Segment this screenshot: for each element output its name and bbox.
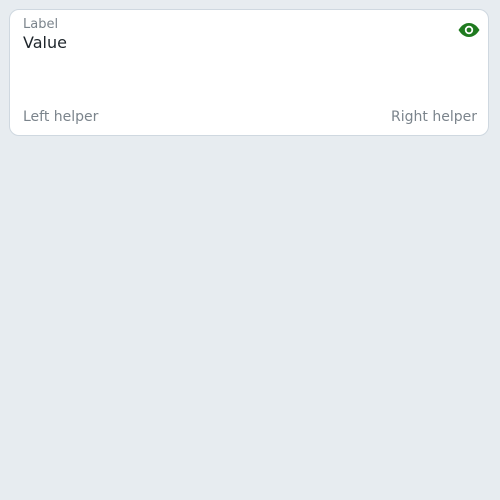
field-label: Label: [23, 17, 59, 32]
field-value[interactable]: Value: [23, 34, 67, 52]
left-helper-text: Left helper: [23, 109, 99, 125]
right-helper-text: Right helper: [391, 109, 477, 125]
eye-icon[interactable]: [457, 22, 481, 38]
text-field-card[interactable]: Label Value Left helper Right helper: [9, 9, 489, 136]
